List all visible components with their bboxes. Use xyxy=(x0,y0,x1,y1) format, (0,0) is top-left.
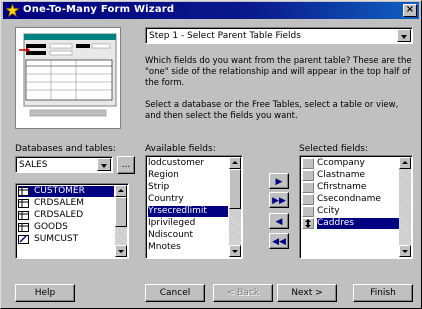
scroll-down-icon[interactable] xyxy=(115,245,127,257)
field-item[interactable]: lodcustomer xyxy=(148,158,204,169)
available-fields-label: Available fields: xyxy=(145,144,216,154)
step-description: Which fields do you want from the parent… xyxy=(145,56,412,88)
finish-button[interactable]: Finish xyxy=(353,284,413,302)
selected-field-item[interactable]: Clastname xyxy=(317,170,365,181)
arrow-right-icon: ▶ xyxy=(275,177,283,187)
selected-fields-label: Selected fields: xyxy=(299,144,369,154)
cancel-button[interactable]: Cancel xyxy=(145,284,205,302)
arrow-left-icon: ◀ xyxy=(275,217,283,227)
drag-handle-icon[interactable] xyxy=(302,206,314,217)
browse-database-button[interactable]: ... xyxy=(117,156,135,174)
selected-fields-list[interactable]: Ccompany Clastname Cfirstname Csecondnam… xyxy=(299,155,413,259)
available-fields-scrollbar[interactable] xyxy=(229,157,241,257)
chevron-down-icon[interactable] xyxy=(97,158,111,171)
table-icon xyxy=(18,199,29,208)
table-icon xyxy=(18,223,29,232)
scroll-thumb[interactable] xyxy=(229,169,241,209)
remove-field-button[interactable]: ◀ xyxy=(269,213,289,229)
double-arrow-right-icon: ▶▶ xyxy=(272,196,286,206)
scroll-up-icon[interactable] xyxy=(229,157,241,169)
add-all-fields-button[interactable]: ▶▶ xyxy=(269,192,289,208)
database-select[interactable]: SALES xyxy=(15,156,113,173)
field-item[interactable]: Ndiscount xyxy=(148,230,193,241)
field-item[interactable]: Iprivileged xyxy=(148,218,195,229)
remove-all-fields-button[interactable]: ◀◀ xyxy=(269,233,289,249)
next-button[interactable]: Next > xyxy=(277,284,337,302)
selected-field-item[interactable]: Ccity xyxy=(317,206,340,217)
updown-arrow-icon xyxy=(305,219,311,228)
help-button[interactable]: Help xyxy=(15,284,75,302)
step-select[interactable]: Step 1 - Select Parent Table Fields xyxy=(145,27,413,44)
available-fields-list[interactable]: lodcustomer Region Strip Country Yrsecre… xyxy=(145,155,243,259)
form-preview-image xyxy=(15,27,121,129)
databases-label: Databases and tables: xyxy=(15,144,116,154)
selected-field-item[interactable]: Csecondname xyxy=(317,194,381,205)
scroll-down-icon[interactable] xyxy=(229,245,241,257)
back-button[interactable]: < Back xyxy=(213,284,273,302)
wizard-window: One-To-Many Form Wizard × Step 1 - Selec… xyxy=(0,0,422,309)
tables-scrollbar[interactable] xyxy=(115,185,127,257)
selected-fields-scrollbar[interactable] xyxy=(399,157,411,257)
selected-field-item[interactable]: Caddres xyxy=(317,218,399,229)
title-bar[interactable]: One-To-Many Form Wizard × xyxy=(3,2,419,19)
table-item[interactable]: CUSTOMER xyxy=(18,186,114,197)
drag-handle-icon[interactable] xyxy=(302,182,314,193)
table-icon xyxy=(18,187,29,196)
selected-field-item[interactable]: Cfirstname xyxy=(317,182,366,193)
double-arrow-left-icon: ◀◀ xyxy=(272,237,286,247)
database-select-value: SALES xyxy=(19,160,48,170)
scroll-thumb[interactable] xyxy=(115,197,127,227)
wizard-wand-icon xyxy=(6,4,19,17)
add-field-button[interactable]: ▶ xyxy=(269,173,289,189)
drag-handle-icon[interactable] xyxy=(302,158,314,169)
step-select-value: Step 1 - Select Parent Table Fields xyxy=(149,31,301,41)
window-title: One-To-Many Form Wizard xyxy=(23,4,175,15)
step-instructions: Select a database or the Free Tables, se… xyxy=(145,100,399,121)
field-item[interactable]: Country xyxy=(148,194,184,205)
close-button[interactable]: × xyxy=(403,4,417,17)
scroll-down-icon[interactable] xyxy=(399,245,411,257)
move-handle-icon[interactable] xyxy=(302,218,314,229)
field-item[interactable]: Strip xyxy=(148,182,169,193)
table-icon xyxy=(18,211,29,220)
field-item[interactable]: Yrsecredlimit xyxy=(148,206,228,217)
tables-list[interactable]: CUSTOMER CRDSALEM CRDSALED GOODS SUMCUST xyxy=(15,183,129,259)
scroll-up-icon[interactable] xyxy=(399,157,411,169)
view-icon xyxy=(18,235,29,244)
drag-handle-icon[interactable] xyxy=(302,170,314,181)
chevron-down-icon[interactable] xyxy=(397,29,411,42)
scroll-up-icon[interactable] xyxy=(115,185,127,197)
field-item[interactable]: Region xyxy=(148,170,179,181)
browse-label: ... xyxy=(121,160,131,170)
field-item[interactable]: Mnotes xyxy=(148,242,181,253)
selected-field-item[interactable]: Ccompany xyxy=(317,158,365,169)
drag-handle-icon[interactable] xyxy=(302,194,314,205)
